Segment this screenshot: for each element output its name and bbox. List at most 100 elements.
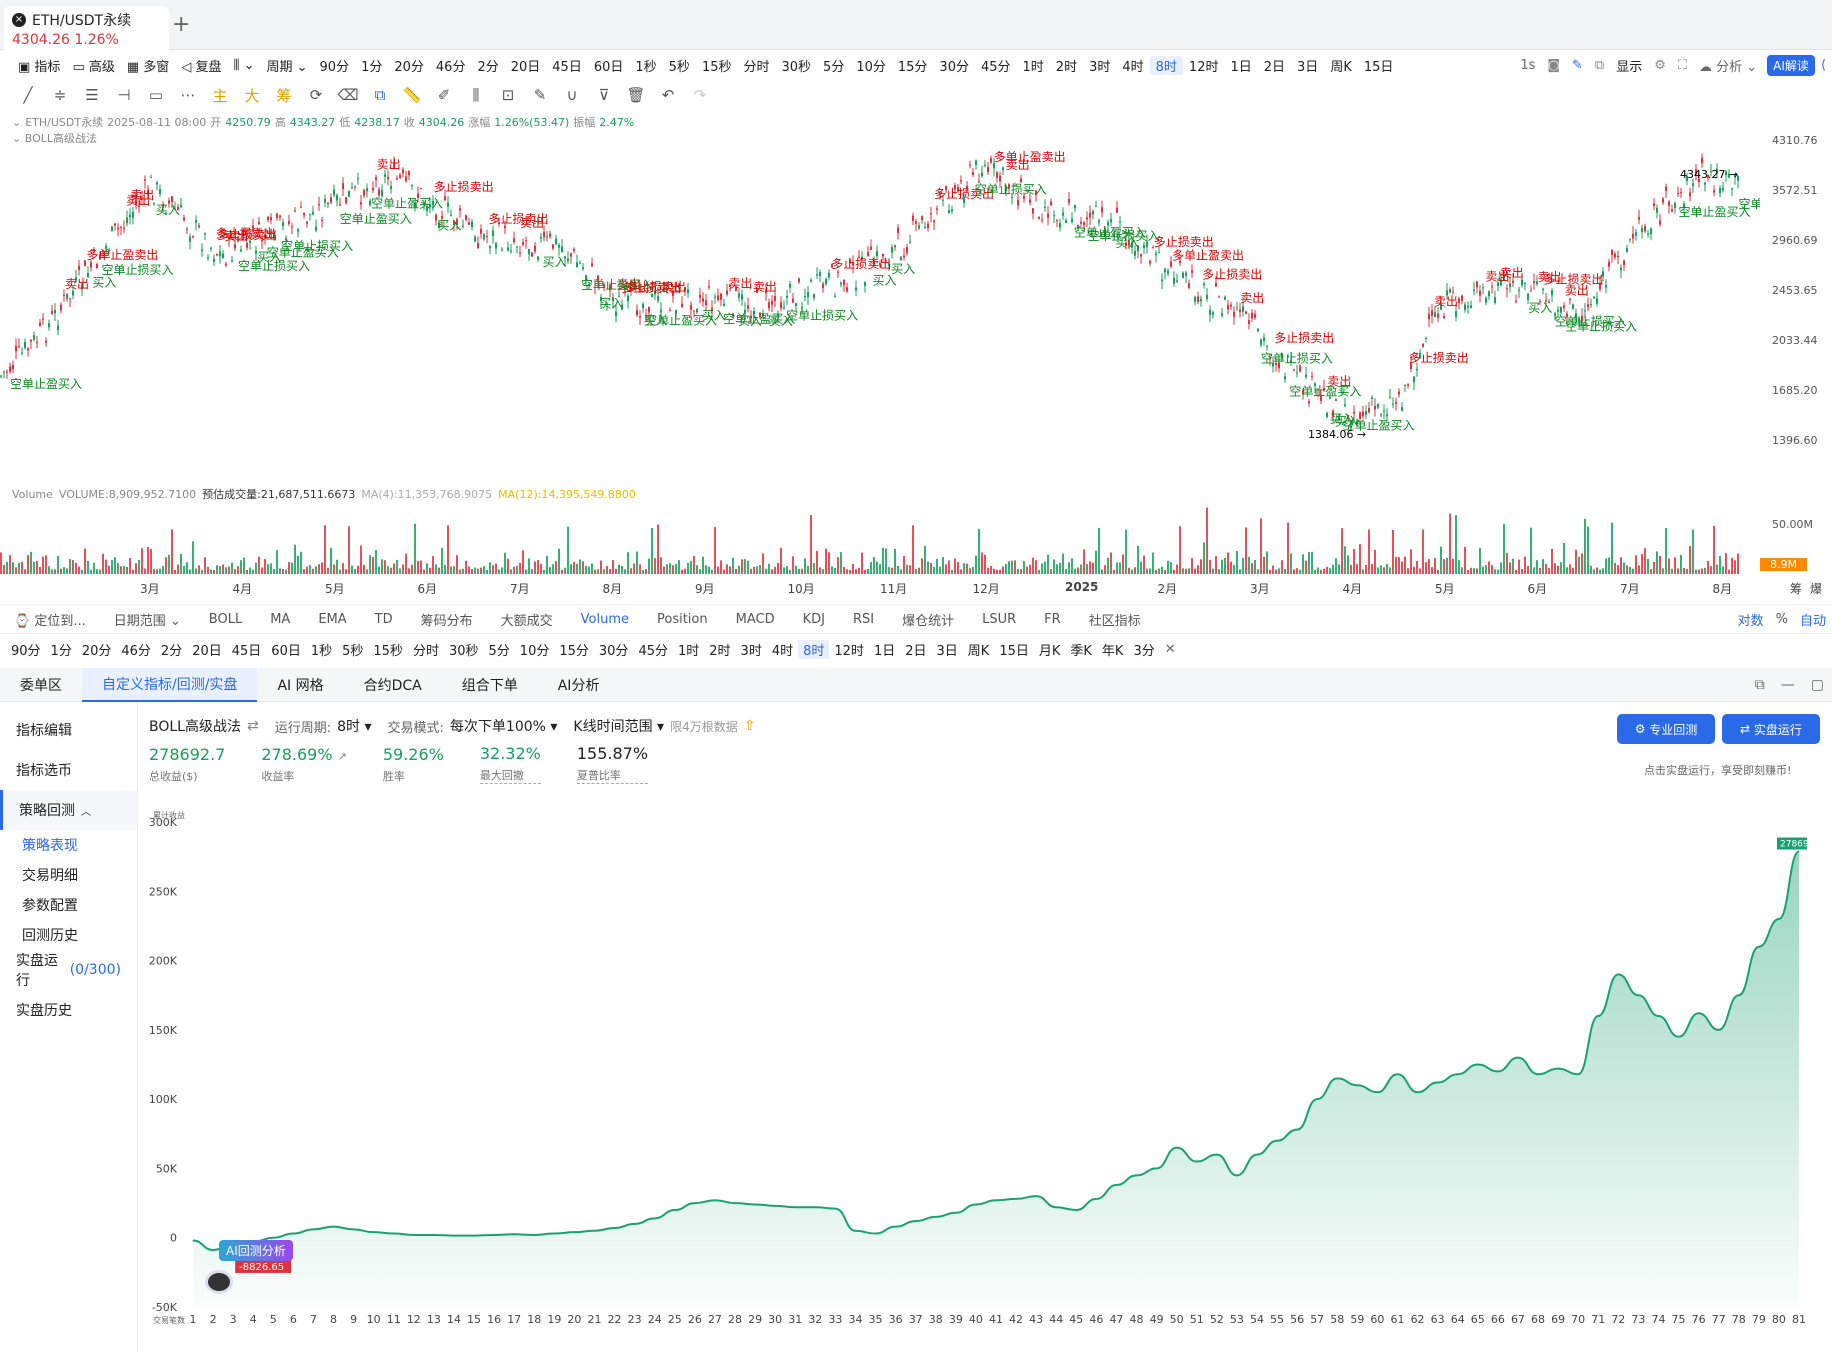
side-item-backtest[interactable]: 策略回测 ︿	[0, 790, 137, 830]
chip-side-label[interactable]: 筹	[1790, 580, 1802, 597]
panel-tab-3[interactable]: 合约DCA	[344, 668, 442, 702]
side-item-live[interactable]: 实盘运行 (0/300)	[0, 950, 137, 990]
period-10[interactable]: 15秒	[696, 56, 738, 75]
fullscreen-icon[interactable]: ⛶	[1672, 58, 1693, 73]
side-sub-trades[interactable]: 交易明细	[0, 860, 137, 890]
more-tools-icon[interactable]: ⋯	[172, 85, 204, 105]
indicator-tab-2[interactable]: EMA	[304, 612, 360, 627]
period-7[interactable]: 60日	[588, 56, 630, 75]
candle-icon[interactable]: ⫼	[460, 85, 492, 105]
liq-side-label[interactable]: 爆	[1810, 580, 1822, 597]
symbol-tab[interactable]: × ETH/USDT永续 4304.26 1.26%	[4, 6, 169, 50]
robot-avatar-icon[interactable]	[205, 1270, 233, 1294]
period-13[interactable]: 5分	[817, 56, 850, 75]
advanced-button[interactable]: ▭ 高级	[66, 56, 120, 75]
period2-21[interactable]: 4时	[767, 640, 798, 659]
period2-27[interactable]: 周K	[963, 640, 995, 659]
brush-icon[interactable]: ✐	[428, 85, 460, 105]
period2-20[interactable]: 3时	[736, 640, 767, 659]
period2-13[interactable]: 5分	[484, 640, 515, 659]
chip-label[interactable]: 筹	[268, 85, 300, 105]
period2-6[interactable]: 45日	[227, 640, 267, 659]
settings-icon[interactable]: ⚙	[1648, 58, 1672, 73]
period-12[interactable]: 30秒	[776, 56, 818, 75]
period2-31[interactable]: 年K	[1097, 640, 1129, 659]
collapse-icon[interactable]: ⌄	[12, 116, 21, 129]
period-select[interactable]: 8时 ▾	[337, 716, 371, 736]
period2-24[interactable]: 1日	[869, 640, 900, 659]
note-icon[interactable]: ✎	[524, 85, 556, 105]
date-range-dropdown[interactable]: 日期范围 ⌄	[100, 610, 195, 629]
ai-backtest-badge[interactable]: AI回测分析	[219, 1240, 293, 1261]
period2-19[interactable]: 2时	[704, 640, 735, 659]
indicator-tab-14[interactable]: 社区指标	[1075, 610, 1155, 629]
indicator-tab-13[interactable]: FR	[1030, 612, 1075, 627]
period-1[interactable]: 1分	[355, 56, 388, 75]
period2-7[interactable]: 60日	[266, 640, 306, 659]
period-0[interactable]: 90分	[314, 56, 356, 75]
undo-icon[interactable]: ↶	[652, 85, 684, 105]
side-sub-params[interactable]: 参数配置	[0, 890, 137, 920]
period-6[interactable]: 45日	[546, 56, 588, 75]
period-26[interactable]: 3日	[1291, 56, 1324, 75]
external-link-icon[interactable]: ↗	[338, 750, 347, 763]
log-toggle[interactable]: 对数	[1732, 610, 1770, 629]
period2-1[interactable]: 1分	[46, 640, 77, 659]
main-label[interactable]: 主	[204, 85, 236, 105]
refresh-icon[interactable]: ⟳	[300, 85, 332, 105]
indicator-tab-11[interactable]: 爆仓统计	[888, 610, 968, 629]
multi-window-button[interactable]: ▦ 多窗	[121, 56, 175, 75]
indicator-tab-7[interactable]: Position	[643, 612, 722, 627]
period-14[interactable]: 10分	[850, 56, 892, 75]
period-22[interactable]: 8时	[1149, 55, 1183, 75]
parallel-tool-icon[interactable]: ≑	[44, 85, 76, 105]
swap-icon[interactable]: ⇄	[247, 718, 259, 734]
period-21[interactable]: 4时	[1116, 56, 1149, 75]
range-select[interactable]: K线时间范围 ▾	[573, 716, 664, 736]
side-sub-performance[interactable]: 策略表现	[0, 830, 137, 860]
indicator-tab-3[interactable]: TD	[361, 612, 407, 627]
period2-22[interactable]: 8时	[798, 639, 830, 659]
period-3[interactable]: 46分	[430, 56, 472, 75]
fib-tool-icon[interactable]: ☰	[76, 85, 108, 105]
period2-5[interactable]: 20日	[187, 640, 227, 659]
period-15[interactable]: 15分	[892, 56, 934, 75]
indicator-tab-9[interactable]: KDJ	[789, 612, 839, 627]
period2-29[interactable]: 月K	[1034, 640, 1066, 659]
locate-button[interactable]: ⌚ 定位到...	[0, 610, 100, 629]
period-25[interactable]: 2日	[1258, 56, 1291, 75]
period2-15[interactable]: 15分	[554, 640, 594, 659]
period2-8[interactable]: 1秒	[306, 640, 337, 659]
period2-14[interactable]: 10分	[515, 640, 555, 659]
period-dropdown[interactable]: 周期 ⌄	[260, 56, 313, 75]
period-27[interactable]: 周K	[1324, 56, 1358, 75]
period2-28[interactable]: 15日	[994, 640, 1034, 659]
side-item-indicator-select[interactable]: 指标选币	[0, 750, 137, 790]
chart-type-icon[interactable]: ⫼ ⌄	[227, 58, 260, 73]
panel-tab-0[interactable]: 委单区	[0, 668, 82, 702]
panel-tab-1[interactable]: 自定义指标/回测/实盘	[82, 667, 258, 702]
interval-label[interactable]: 1s	[1514, 58, 1541, 73]
period-19[interactable]: 2时	[1050, 56, 1083, 75]
period2-4[interactable]: 2分	[156, 640, 187, 659]
minimize-icon[interactable]: —	[1773, 677, 1803, 693]
pro-backtest-button[interactable]: ⚙ 专业回测	[1617, 714, 1715, 744]
period2-12[interactable]: 30秒	[444, 640, 484, 659]
popout-icon[interactable]: ⧉	[1747, 677, 1773, 693]
period2-17[interactable]: 45分	[633, 640, 673, 659]
trash-icon[interactable]: 🗑	[620, 85, 652, 105]
indicator-button[interactable]: ▣ 指标	[12, 56, 66, 75]
candlestick-chart[interactable]: ⌄ ETH/USDT永续 2025-08-11 08:00 开 4250.79 高…	[0, 110, 1832, 480]
period-28[interactable]: 15日	[1358, 56, 1400, 75]
auto-toggle[interactable]: 自动	[1794, 610, 1832, 629]
indicator-tab-4[interactable]: 筹码分布	[407, 610, 487, 629]
period2-10[interactable]: 15秒	[368, 640, 408, 659]
period-2[interactable]: 20分	[388, 56, 430, 75]
indicator-tab-1[interactable]: MA	[256, 612, 304, 627]
ai-interpret-button[interactable]: AI解读	[1767, 54, 1815, 76]
period-9[interactable]: 5秒	[663, 56, 696, 75]
ruler-icon[interactable]: 📏	[396, 85, 428, 105]
period2-11[interactable]: 分时	[408, 640, 444, 659]
maximize-icon[interactable]: ▢	[1803, 677, 1832, 693]
period-23[interactable]: 12时	[1183, 56, 1225, 75]
